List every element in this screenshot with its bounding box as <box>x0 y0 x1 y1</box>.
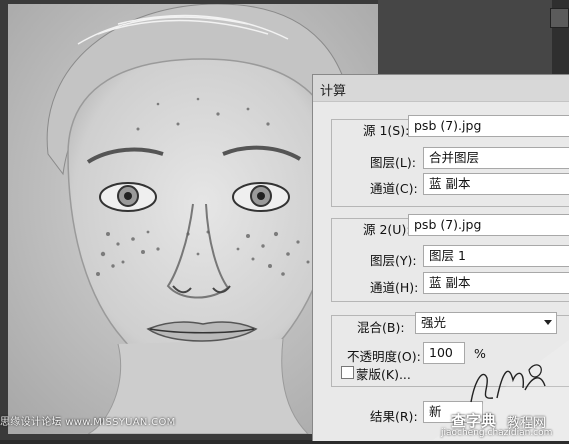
blend-label: 混合(B): <box>357 320 405 335</box>
source1-label: 源 1(S): <box>363 123 410 138</box>
mask-label[interactable]: 蒙版(K)... <box>356 364 411 383</box>
chevron-down-icon <box>544 320 552 325</box>
blend-mode-value: 强光 <box>421 315 447 330</box>
watermark-logo: 查字典 教程网 jiaocheng.chazidian.com <box>413 340 569 440</box>
watermark-url: jiaocheng.chazidian.com <box>441 428 553 438</box>
dialog-title-bar[interactable]: 计算 <box>313 75 569 102</box>
source1-layer-label: 图层(L): <box>370 155 416 170</box>
source1-channel-label: 通道(C): <box>370 181 418 196</box>
site-credit-text: 思缘设计论坛 www.MISSYUAN.COM <box>0 417 176 428</box>
source1-layer-select[interactable]: 合并图层 <box>423 147 569 169</box>
source1-select[interactable]: psb (7).jpg <box>408 115 569 137</box>
opacity-label: 不透明度(O): <box>347 349 421 364</box>
source2-layer-select[interactable]: 图层 1 <box>423 245 569 267</box>
panel-strip <box>378 0 569 75</box>
source2-layer-label: 图层(Y): <box>370 253 417 268</box>
source2-select[interactable]: psb (7).jpg <box>408 214 569 236</box>
mask-checkbox[interactable] <box>341 366 354 379</box>
source2-label: 源 2(U): <box>363 222 411 237</box>
panel-collapse-button[interactable] <box>550 8 569 28</box>
source2-channel-select[interactable]: 蓝 副本 <box>423 272 569 294</box>
result-label: 结果(R): <box>370 409 418 424</box>
source1-channel-select[interactable]: 蓝 副本 <box>423 173 569 195</box>
blend-mode-select[interactable]: 强光 <box>415 312 557 334</box>
source2-channel-label: 通道(H): <box>370 280 419 295</box>
dialog-title: 计算 <box>320 84 347 99</box>
